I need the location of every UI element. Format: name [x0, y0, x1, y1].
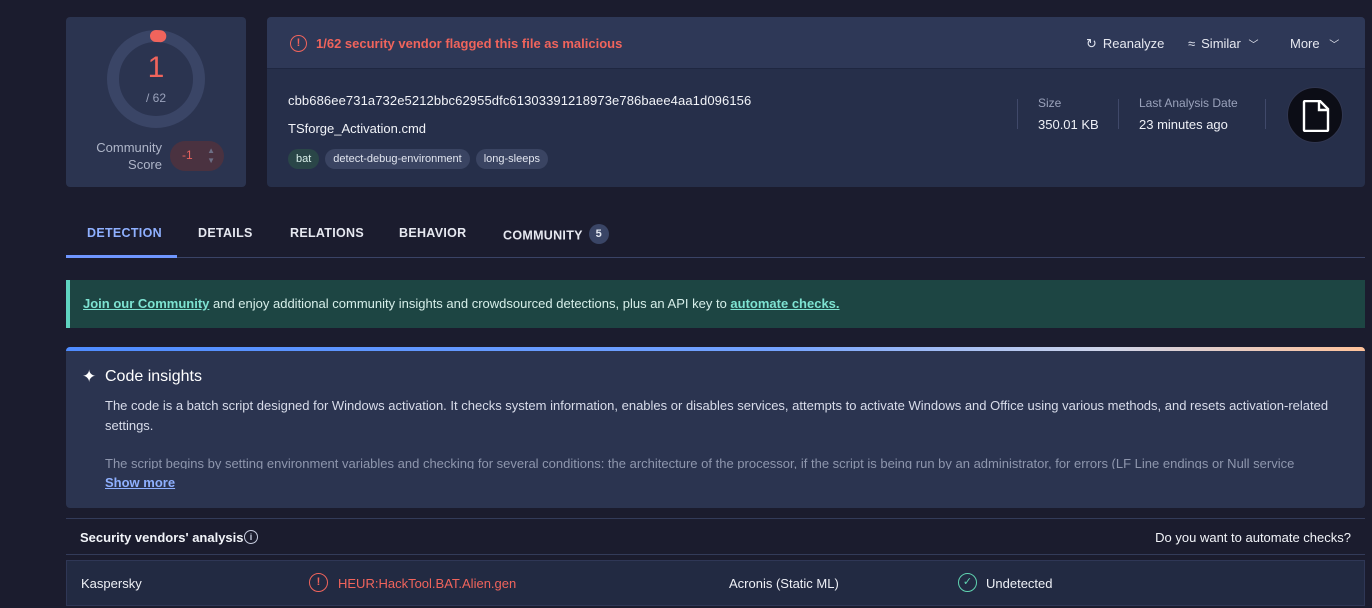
gradient-accent-bar — [66, 347, 1365, 351]
size-label: Size — [1038, 96, 1062, 110]
chevron-down-icon: ﹀ — [1329, 40, 1340, 51]
detection-result: Undetected — [986, 576, 1053, 591]
divider — [1118, 99, 1119, 129]
tag-bat[interactable]: bat — [288, 149, 320, 169]
insight-summary: The code is a batch script designed for … — [105, 398, 1329, 433]
community-score-value: -1 — [182, 148, 193, 162]
divider — [1265, 99, 1266, 129]
banner-text: and enjoy additional community insights … — [209, 296, 731, 311]
refresh-icon: ↻ — [1086, 36, 1097, 51]
tab-detection[interactable]: DETECTION — [87, 226, 162, 240]
check-circle-icon: ✓ — [958, 573, 977, 592]
community-score-stepper[interactable]: -1 ▲ ▼ — [170, 141, 224, 171]
show-more-link[interactable]: Show more — [105, 475, 175, 490]
file-name: TSforge_Activation.cmd — [288, 121, 427, 136]
up-down-arrows-icon[interactable]: ▲ ▼ — [207, 146, 215, 166]
community-banner: Join our Community and enjoy additional … — [66, 280, 1365, 328]
detection-result: HEUR:HackTool.BAT.Alien.gen — [338, 576, 517, 591]
similar-icon: ≈ — [1188, 36, 1196, 51]
alert-circle-icon: ! — [309, 573, 328, 592]
detection-gauge: 1 / 62 — [106, 29, 206, 129]
reanalyze-button[interactable]: ↻ Reanalyze — [1086, 36, 1164, 52]
join-community-link[interactable]: Join our Community — [83, 296, 209, 311]
document-icon — [1302, 100, 1330, 132]
tag-detect-debug-environment[interactable]: detect-debug-environment — [325, 149, 470, 169]
alert-text: 1/62 security vendor flagged this file a… — [316, 36, 623, 51]
vendors-header: Security vendors' analysis i Do you want… — [66, 518, 1365, 555]
alert-circle-icon: ! — [290, 35, 307, 52]
detection-count: 1 — [147, 51, 165, 84]
last-analysis-value: 23 minutes ago — [1139, 117, 1228, 132]
vendors-title: Security vendors' analysis — [80, 530, 244, 545]
automate-checks-prompt[interactable]: Do you want to automate checks? — [1155, 530, 1351, 545]
tab-relations[interactable]: RELATIONS — [290, 226, 364, 240]
tab-behavior[interactable]: BEHAVIOR — [399, 226, 466, 240]
code-insights-panel: ✦ Code insights The code is a batch scri… — [66, 347, 1365, 508]
divider — [1017, 99, 1018, 129]
tag-long-sleeps[interactable]: long-sleeps — [475, 149, 548, 169]
insight-detail-faded: The script begins by setting environment… — [105, 456, 1295, 469]
automate-checks-link[interactable]: automate checks. — [730, 296, 839, 311]
sparkle-icon: ✦ — [82, 367, 97, 386]
file-type-badge — [1287, 87, 1343, 143]
active-tab-indicator — [66, 255, 177, 258]
table-row: Kaspersky ! HEUR:HackTool.BAT.Alien.gen … — [66, 560, 1365, 606]
info-icon[interactable]: i — [244, 530, 258, 544]
alert-bar: ! 1/62 security vendor flagged this file… — [267, 17, 1365, 69]
size-value: 350.01 KB — [1038, 117, 1099, 132]
comment-count-badge: 5 — [588, 224, 609, 244]
chevron-down-icon: ﹀ — [1248, 40, 1259, 51]
file-hash[interactable]: cbb686ee731a732e5212bbc62955dfc613033912… — [288, 93, 751, 108]
vendor-name: Acronis (Static ML) — [729, 576, 839, 591]
similar-button[interactable]: ≈ Similar ﹀ — [1188, 36, 1259, 51]
engine-total: / 62 — [145, 91, 166, 105]
last-analysis-label: Last Analysis Date — [1139, 96, 1238, 110]
tag-list: bat detect-debug-environment long-sleeps — [288, 149, 548, 169]
detection-score-card: 1 / 62 Community Score -1 ▲ ▼ — [66, 17, 246, 187]
vendors-section: Security vendors' analysis i Do you want… — [66, 518, 1365, 608]
community-score-label: Community Score — [96, 140, 162, 172]
tab-community[interactable]: COMMUNITY 5 — [503, 224, 609, 246]
tab-bar: DETECTION DETAILS RELATIONS BEHAVIOR COM… — [66, 210, 1365, 258]
vendor-name: Kaspersky — [81, 576, 142, 591]
more-button[interactable]: More ﹀ — [1290, 36, 1339, 51]
tab-details[interactable]: DETAILS — [198, 226, 253, 240]
file-info-card: ! 1/62 security vendor flagged this file… — [267, 17, 1365, 187]
code-insights-title: Code insights — [105, 368, 202, 385]
